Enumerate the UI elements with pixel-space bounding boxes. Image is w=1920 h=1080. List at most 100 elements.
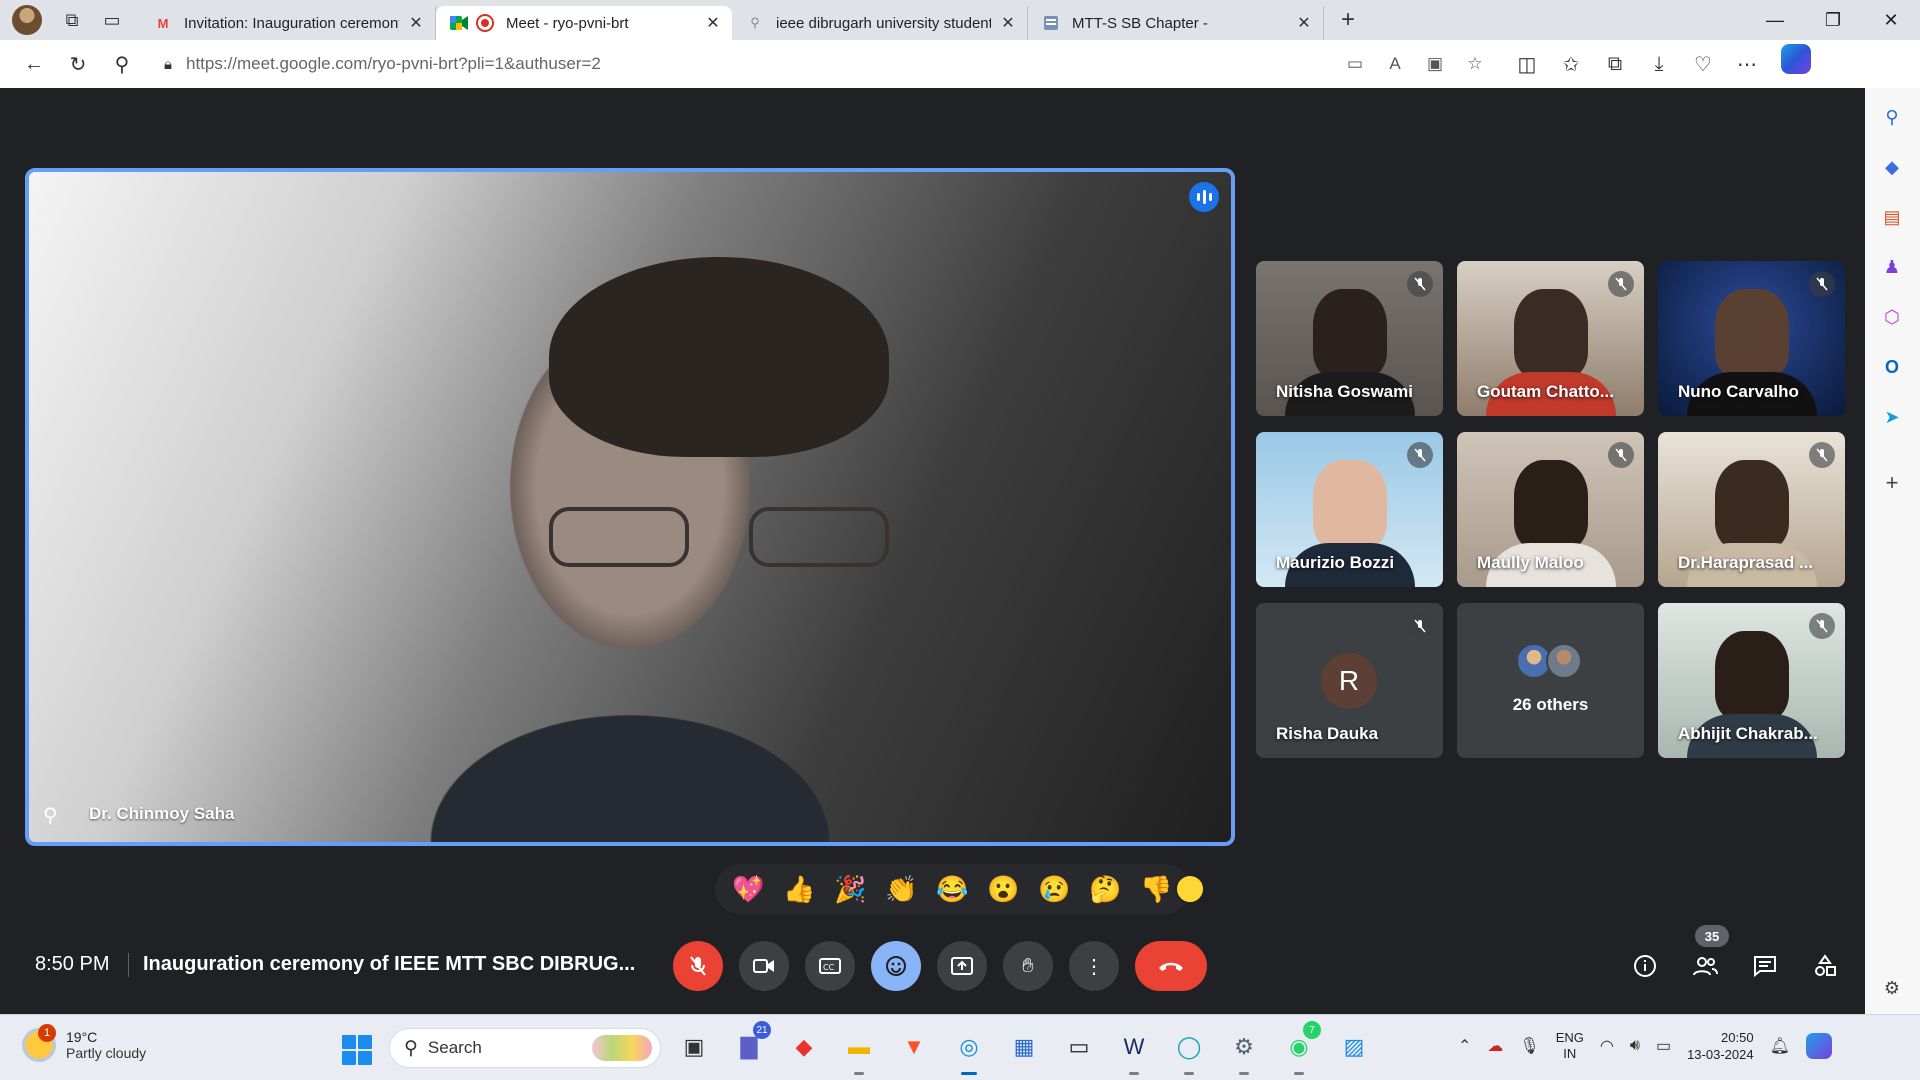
speaker-tile[interactable]: ⚲ Dr. Chinmoy Saha <box>25 168 1235 846</box>
sidebar-shopping-icon[interactable]: ◆ <box>1877 152 1907 182</box>
more-menu-icon[interactable]: ⋯ <box>1725 44 1769 84</box>
sidebar-tools-icon[interactable]: ▤ <box>1877 202 1907 232</box>
sidebar-send-icon[interactable]: ➤ <box>1877 402 1907 432</box>
present-screen-button[interactable] <box>937 941 987 991</box>
weather-widget[interactable]: 1 19°C Partly cloudy <box>22 1024 146 1062</box>
brave-icon[interactable]: ▼ <box>894 1027 934 1067</box>
copilot-icon[interactable] <box>1781 44 1811 74</box>
lock-icon[interactable]: 🔒︎ <box>164 56 172 73</box>
terminal-icon[interactable]: ▭ <box>1059 1027 1099 1067</box>
new-tab-button[interactable]: + <box>1330 3 1366 37</box>
tab-gmail[interactable]: M Invitation: Inauguration ceremony ✕ <box>140 6 436 40</box>
tab-meet[interactable]: Meet - ryo-pvni-brt ✕ <box>436 6 732 40</box>
profile-avatar[interactable] <box>12 5 42 35</box>
start-button[interactable] <box>342 1035 372 1065</box>
downloads-icon[interactable]: ⤓ <box>1637 44 1681 84</box>
reactions-button[interactable] <box>871 941 921 991</box>
participant-tile[interactable]: Goutam Chatto... <box>1457 261 1644 416</box>
close-tab-icon[interactable]: ✕ <box>704 13 722 33</box>
skin-tone-button[interactable] <box>1175 874 1205 904</box>
participant-tile[interactable]: Abhijit Chakrab... <box>1658 603 1845 758</box>
whatsapp-icon[interactable]: ◉ 7 <box>1279 1021 1321 1075</box>
reaction-thumbs-down[interactable]: 👎 <box>1140 876 1172 902</box>
webex-icon[interactable]: W <box>1114 1027 1154 1075</box>
reaction-sad[interactable]: 😢 <box>1038 876 1070 902</box>
others-tile[interactable]: 26 others <box>1457 603 1644 758</box>
reaction-party[interactable]: 🎉 <box>834 876 866 902</box>
reaction-surprised[interactable]: 😮 <box>987 876 1019 902</box>
minimize-button[interactable]: — <box>1746 0 1804 40</box>
hd-icon[interactable]: ▣ <box>1415 54 1455 74</box>
tab-forms[interactable]: MTT-S SB Chapter - ✕ <box>1028 6 1324 40</box>
sidebar-settings-icon[interactable]: ⚙ <box>1877 973 1907 1003</box>
chat-button[interactable] <box>1742 941 1788 991</box>
close-tab-icon[interactable]: ✕ <box>1295 13 1313 33</box>
maximize-button[interactable]: ❐ <box>1804 0 1862 40</box>
close-tab-icon[interactable]: ✕ <box>999 13 1017 33</box>
teams-icon[interactable]: ▇ 21 <box>729 1021 771 1067</box>
sidebar-search-icon[interactable]: ⚲ <box>1877 102 1907 132</box>
reaction-laugh[interactable]: 😂 <box>936 876 968 902</box>
wifi-icon[interactable]: ◠ <box>1600 1036 1614 1056</box>
close-window-button[interactable]: ✕ <box>1862 0 1920 40</box>
read-aloud-icon[interactable]: A <box>1375 54 1415 74</box>
reaction-heart[interactable]: 💖 <box>732 876 764 902</box>
pin-icon[interactable]: ⚲ <box>43 803 58 828</box>
mic-off-button[interactable] <box>673 941 723 991</box>
tab-search[interactable]: ⚲ ieee dibrugarh university student ✕ <box>732 6 1028 40</box>
address-bar[interactable]: 🔒︎ https://meet.google.com/ryo-pvni-brt?… <box>150 45 1495 83</box>
photos-icon[interactable]: ▨ <box>1334 1027 1374 1067</box>
leave-call-button[interactable] <box>1135 941 1207 991</box>
store-icon[interactable]: ▦ <box>1004 1027 1044 1067</box>
people-button[interactable]: 35 <box>1682 925 1729 991</box>
participant-tile[interactable]: Nitisha Goswami <box>1256 261 1443 416</box>
sidebar-outlook-icon[interactable]: O <box>1877 352 1907 382</box>
performance-icon[interactable]: ♡ <box>1681 44 1725 84</box>
activities-button[interactable] <box>1802 941 1848 991</box>
tab-actions-icon[interactable]: ▭ <box>92 0 132 40</box>
favorites-icon[interactable]: ✩ <box>1549 44 1593 84</box>
favorite-star-icon[interactable]: ☆ <box>1455 54 1495 74</box>
participant-tile[interactable]: Nuno Carvalho <box>1658 261 1845 416</box>
captions-button[interactable]: CC <box>805 941 855 991</box>
task-view-icon[interactable]: ▣ <box>674 1027 714 1067</box>
clock[interactable]: 20:50 13-03-2024 <box>1687 1029 1754 1063</box>
camera-icon[interactable]: ▭ <box>1335 54 1375 74</box>
close-tab-icon[interactable]: ✕ <box>407 13 425 33</box>
sidebar-office-icon[interactable]: ⬡ <box>1877 302 1907 332</box>
taskbar-search[interactable]: ⚲ Search <box>389 1028 661 1068</box>
reaction-clap[interactable]: 👏 <box>885 876 917 902</box>
raise-hand-button[interactable]: ✋︎ <box>1003 941 1053 991</box>
edge-icon[interactable]: ◎ <box>949 1027 989 1075</box>
app-teal-icon[interactable]: ◯ <box>1169 1027 1209 1075</box>
sidebar-add-icon[interactable]: + <box>1877 468 1907 498</box>
more-options-button[interactable]: ⋮ <box>1069 941 1119 991</box>
onedrive-icon[interactable]: ☁ <box>1487 1036 1503 1056</box>
language-indicator[interactable]: ENG IN <box>1556 1030 1584 1062</box>
split-screen-icon[interactable]: ◫ <box>1505 44 1549 84</box>
microphone-icon[interactable]: 🎙︎ <box>1519 1036 1539 1056</box>
notifications-bell-icon[interactable]: 🔔︎ <box>1770 1036 1790 1056</box>
refresh-button[interactable]: ↻ <box>56 44 100 84</box>
camera-button[interactable] <box>739 941 789 991</box>
back-button[interactable]: ← <box>12 44 56 84</box>
battery-icon[interactable]: ▭ <box>1656 1036 1671 1056</box>
search-icon[interactable]: ⚲ <box>100 44 144 84</box>
url-text[interactable]: https://meet.google.com/ryo-pvni-brt?pli… <box>186 54 1335 74</box>
copilot-taskbar-icon[interactable] <box>1805 1033 1832 1059</box>
collections-icon[interactable]: ⧉ <box>1593 44 1637 84</box>
meeting-info-button[interactable] <box>1622 941 1668 991</box>
workspaces-icon[interactable]: ⧉ <box>52 0 92 40</box>
reaction-thumbs-up[interactable]: 👍 <box>783 876 815 902</box>
sidebar-games-icon[interactable]: ♟ <box>1877 252 1907 282</box>
show-hidden-icons[interactable]: ⌃ <box>1458 1036 1471 1056</box>
participant-tile[interactable]: Maurizio Bozzi <box>1256 432 1443 587</box>
reaction-thinking[interactable]: 🤔 <box>1089 876 1121 902</box>
settings-icon[interactable]: ⚙ <box>1224 1027 1264 1075</box>
participant-tile[interactable]: R Risha Dauka <box>1256 603 1443 758</box>
app-red-diamond-icon[interactable]: ◆ <box>784 1027 824 1067</box>
participant-tile[interactable]: Maully Maloo <box>1457 432 1644 587</box>
volume-icon[interactable]: 🔊︎ <box>1630 1037 1640 1055</box>
participant-tile[interactable]: Dr.Haraprasad ... <box>1658 432 1845 587</box>
file-explorer-icon[interactable]: ▬ <box>839 1027 879 1075</box>
